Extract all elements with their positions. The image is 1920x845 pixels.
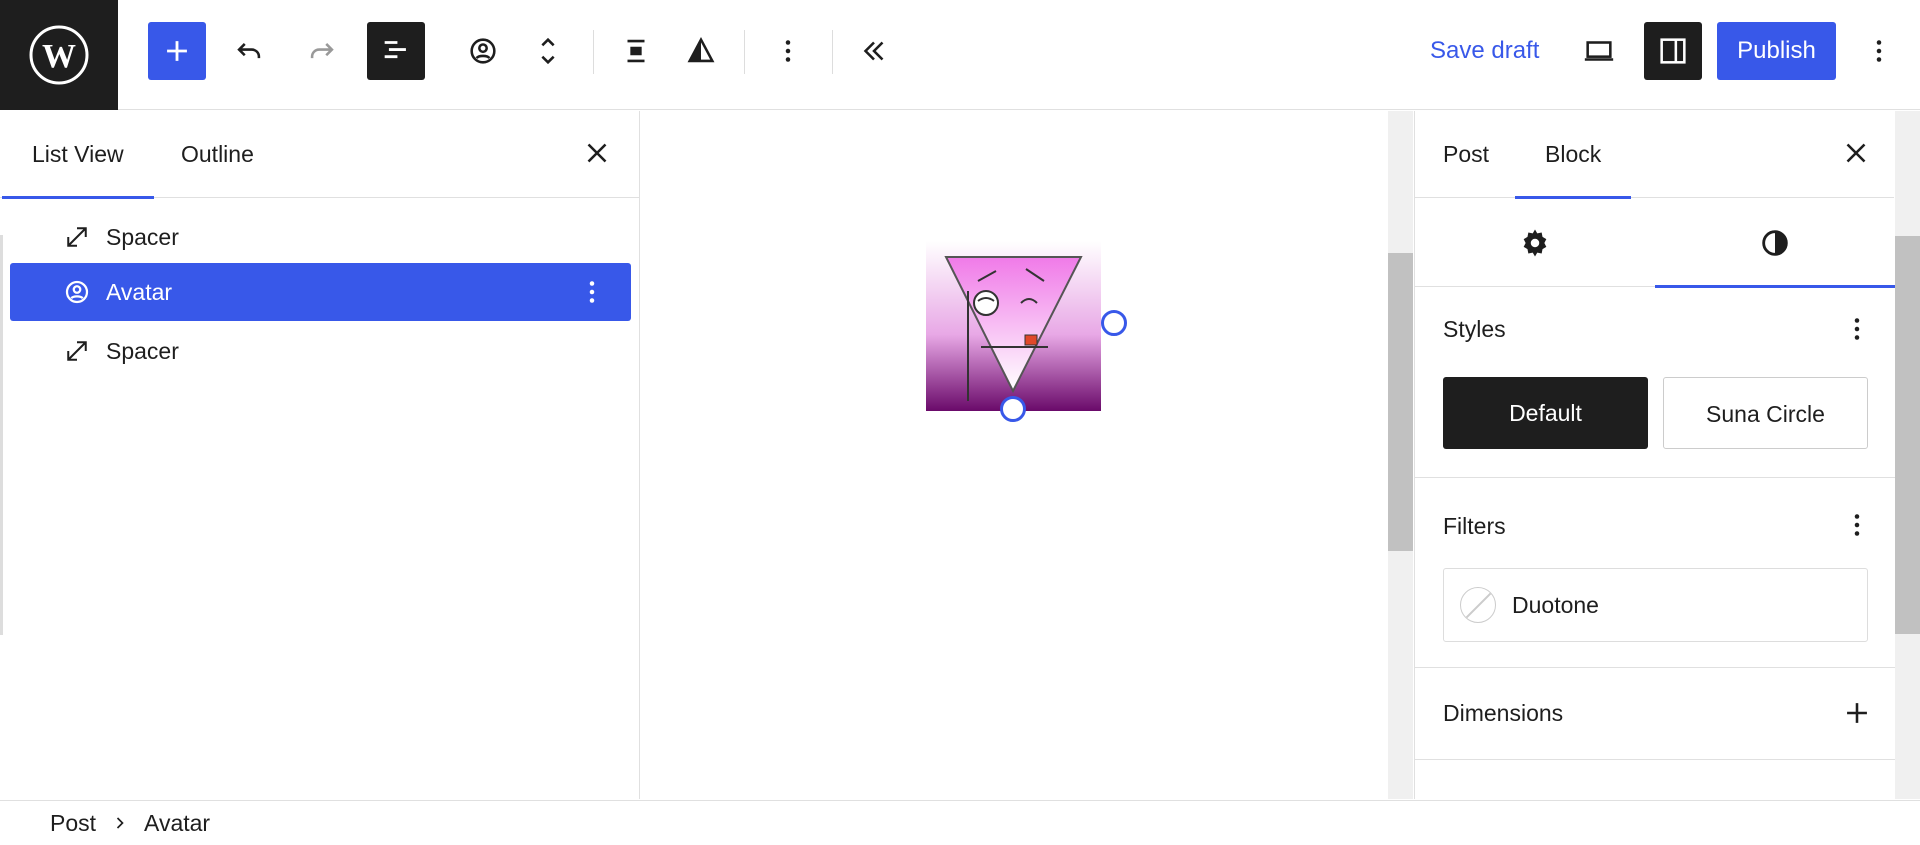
move-up-down-icon (541, 37, 555, 65)
options-icon (1876, 40, 1882, 62)
dimensions-section[interactable]: Dimensions (1415, 668, 1895, 760)
save-draft-button[interactable]: Save draft (1420, 22, 1549, 80)
close-icon[interactable] (580, 136, 614, 170)
duotone-icon (687, 36, 715, 63)
canvas-scrollbar-thumb[interactable] (1388, 253, 1413, 551)
add-block-icon (167, 41, 187, 61)
options-button[interactable] (1850, 22, 1908, 80)
resize-handle-right[interactable] (1101, 310, 1127, 336)
tab-outline[interactable]: Outline (181, 111, 254, 198)
preview-button[interactable] (1570, 22, 1628, 80)
redo-button[interactable] (293, 22, 351, 80)
tab-block-styles[interactable] (1655, 199, 1895, 288)
settings-gear-icon (1523, 229, 1547, 257)
settings-scrollbar-thumb[interactable] (1895, 236, 1920, 634)
avatar-block-button[interactable] (454, 22, 512, 80)
list-item-label: Spacer (106, 223, 179, 250)
close-icon[interactable] (1839, 136, 1873, 170)
chevron-right-icon (108, 811, 132, 835)
preview-icon (1584, 41, 1614, 61)
section-title: Styles (1443, 316, 1506, 342)
avatar-icon (60, 275, 94, 309)
list-item-label: Avatar (106, 278, 173, 305)
duotone-label: Duotone (1512, 591, 1599, 618)
publish-button[interactable]: Publish (1717, 22, 1836, 80)
breadcrumb-post[interactable]: Post (38, 810, 108, 837)
tab-list-view[interactable]: List View (2, 111, 154, 199)
more-options-icon[interactable] (1840, 508, 1874, 542)
list-view-tabs: List View Outline (0, 111, 639, 199)
duotone-picker[interactable]: Duotone (1443, 568, 1868, 642)
section-title: Filters (1443, 513, 1506, 539)
block-settings-subtabs (1415, 199, 1895, 288)
add-block-button[interactable] (148, 22, 206, 80)
toolbar-divider (593, 30, 594, 74)
undo-button[interactable] (220, 22, 278, 80)
more-options-button[interactable] (759, 22, 817, 80)
move-up-down-button[interactable] (519, 22, 577, 80)
more-options-icon[interactable] (575, 275, 609, 309)
wordpress-logo-icon[interactable]: W (0, 0, 118, 110)
tab-block-settings[interactable] (1415, 199, 1655, 287)
list-item-spacer[interactable]: Spacer (10, 208, 631, 266)
breadcrumb: Post Avatar (0, 800, 1920, 845)
avatar-block-icon (470, 38, 496, 64)
list-item-avatar[interactable]: Avatar (10, 263, 631, 321)
add-icon[interactable] (1840, 696, 1874, 730)
tab-block[interactable]: Block (1514, 111, 1632, 199)
list-view-panel: List View Outline Spacer Avatar Spacer (0, 111, 640, 799)
duotone-swatch-icon (1460, 587, 1496, 623)
more-options-icon (785, 40, 791, 62)
toolbar-divider (832, 30, 833, 74)
duotone-button[interactable] (672, 22, 730, 80)
align-icon (627, 39, 645, 63)
list-item-label: Spacer (106, 337, 179, 364)
style-suna-circle-button[interactable]: Suna Circle (1663, 377, 1868, 449)
section-title: Dimensions (1443, 700, 1564, 726)
spacer-icon (60, 220, 94, 254)
tab-post[interactable]: Post (1443, 111, 1489, 198)
panel-edge (0, 235, 3, 635)
svg-text:W: W (42, 38, 76, 75)
avatar-image[interactable] (926, 241, 1101, 411)
redo-icon (310, 43, 334, 59)
collapse-toolbar-button[interactable] (845, 22, 903, 80)
more-options-icon[interactable] (1840, 312, 1874, 346)
styles-half-circle-icon (1762, 230, 1788, 256)
filters-section: Filters Duotone (1415, 478, 1895, 668)
styles-section: Styles Default Suna Circle (1415, 288, 1895, 478)
resize-handle-bottom[interactable] (1000, 396, 1026, 422)
align-button[interactable] (607, 22, 665, 80)
settings-tabs: Post Block (1415, 111, 1894, 199)
collapse-icon (863, 41, 884, 61)
document-overview-icon (384, 41, 406, 59)
style-default-button[interactable]: Default (1443, 377, 1648, 449)
list-item-spacer[interactable]: Spacer (10, 322, 631, 380)
editor-canvas[interactable] (641, 111, 1413, 799)
settings-panel: Post Block Styles Default Suna Circle Fi… (1414, 111, 1895, 799)
toolbar-divider (744, 30, 745, 74)
settings-toggle-icon (1660, 38, 1686, 64)
spacer-icon (60, 334, 94, 368)
breadcrumb-avatar[interactable]: Avatar (132, 810, 222, 837)
top-toolbar: W Save draft Publish (0, 0, 1920, 110)
settings-toggle-button[interactable] (1644, 22, 1702, 80)
document-overview-button[interactable] (367, 22, 425, 80)
undo-icon (237, 43, 261, 59)
